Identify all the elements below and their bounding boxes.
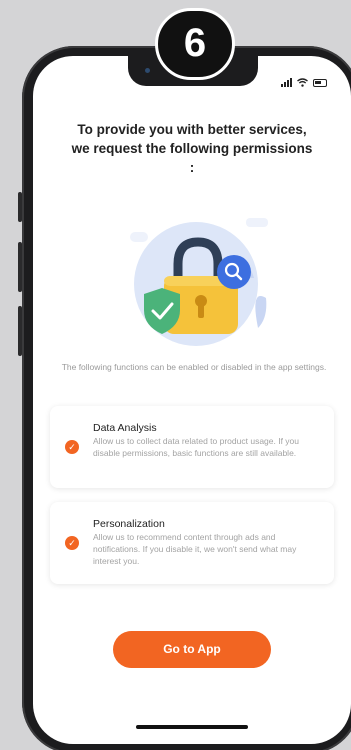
home-indicator[interactable] bbox=[136, 725, 248, 729]
title-line-1: To provide you with better services, bbox=[77, 122, 307, 137]
battery-icon bbox=[313, 79, 327, 87]
permission-card-personalization[interactable]: ✓ Personalization Allow us to recommend … bbox=[50, 502, 334, 584]
permission-text: Allow us to collect data related to prod… bbox=[93, 436, 300, 458]
check-icon[interactable]: ✓ bbox=[65, 440, 79, 454]
check-icon[interactable]: ✓ bbox=[65, 536, 79, 550]
go-to-app-button[interactable]: Go to App bbox=[113, 631, 271, 668]
page-title: To provide you with better services, we … bbox=[33, 120, 351, 177]
permission-card-data-analysis[interactable]: ✓ Data Analysis Allow us to collect data… bbox=[50, 406, 334, 488]
wifi-icon bbox=[297, 78, 308, 87]
step-badge: 6 bbox=[155, 8, 235, 80]
lock-illustration bbox=[130, 218, 268, 346]
search-icon bbox=[217, 255, 251, 289]
permission-text: Allow us to recommend content through ad… bbox=[93, 532, 297, 566]
side-button bbox=[18, 192, 22, 222]
permission-title: Personalization bbox=[93, 518, 165, 530]
app-screen: To provide you with better services, we … bbox=[33, 56, 351, 744]
status-bar bbox=[281, 78, 327, 87]
volume-down-button bbox=[18, 306, 22, 356]
camera-dot bbox=[145, 68, 150, 73]
permission-title: Data Analysis bbox=[93, 422, 157, 434]
signal-icon bbox=[281, 78, 292, 87]
permissions-description: The following functions can be enabled o… bbox=[61, 362, 327, 372]
volume-up-button bbox=[18, 242, 22, 292]
title-line-2: we request the following permissions bbox=[71, 141, 313, 156]
title-line-3: : bbox=[189, 160, 195, 175]
